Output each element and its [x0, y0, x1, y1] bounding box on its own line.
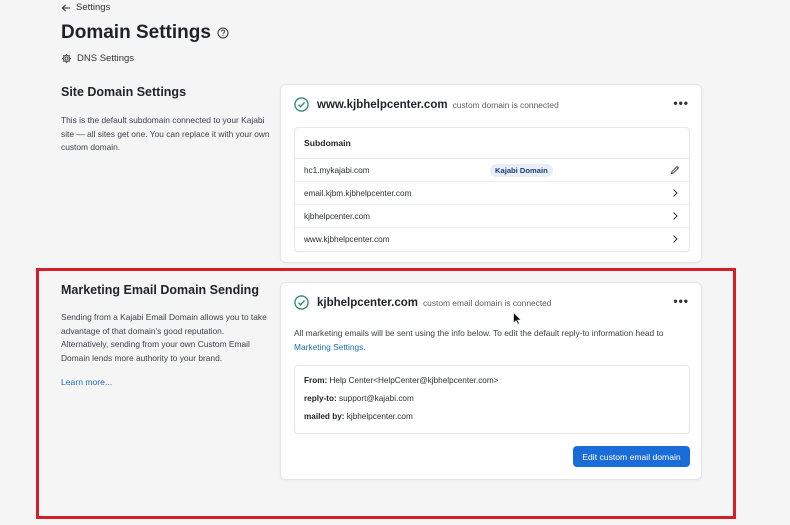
- subdomain-name: www.kjbhelpcenter.com: [304, 235, 390, 244]
- arrow-left-icon: [61, 4, 70, 11]
- mailed-by-line: mailed by: kjbhelpcenter.com: [304, 412, 680, 423]
- site-domain-intro: Site Domain Settings This is the default…: [61, 85, 271, 155]
- sender-info-box: From: Help Center<HelpCenter@kjbhelpcent…: [294, 365, 690, 434]
- page-title: Domain Settings: [61, 22, 229, 44]
- from-label: From:: [304, 376, 328, 385]
- email-domain-info-text: All marketing emails will be sent using …: [294, 326, 694, 354]
- subdomain-row[interactable]: email.kjbm.kjbhelpcenter.com: [295, 182, 689, 205]
- kajabi-domain-badge: Kajabi Domain: [490, 164, 553, 177]
- site-domain-card: www.kjbhelpcenter.com custom domain is c…: [280, 84, 702, 263]
- chevron-right-icon: [673, 189, 678, 197]
- site-domain-title: Site Domain Settings: [61, 85, 187, 99]
- email-domain-card: kjbhelpcenter.com custom email domain is…: [280, 282, 702, 480]
- dns-settings-link[interactable]: DNS Settings: [61, 53, 134, 64]
- subdomain-name: hc1.mykajabi.com: [304, 165, 370, 175]
- site-domain-card-header: www.kjbhelpcenter.com custom domain is c…: [294, 97, 559, 112]
- site-domain-more-button[interactable]: •••: [673, 97, 689, 109]
- chevron-right-icon: [673, 235, 678, 243]
- reply-to-value: support@kajabi.com: [339, 394, 414, 403]
- email-domain-description: Sending from a Kajabi Email Domain allow…: [61, 312, 267, 363]
- pencil-icon[interactable]: [670, 165, 680, 175]
- email-domain-status: custom email domain is connected: [422, 297, 552, 308]
- subdomain-table-header: Subdomain: [295, 128, 689, 159]
- site-domain-name: www.kjbhelpcenter.com: [317, 98, 448, 111]
- dns-settings-label: DNS Settings: [77, 53, 135, 64]
- reply-to-line: reply-to: support@kajabi.com: [304, 394, 680, 405]
- from-value: Help Center<HelpCenter@kjbhelpcenter.com…: [329, 376, 499, 385]
- subdomain-name: kjbhelpcenter.com: [304, 211, 370, 221]
- from-line: From: Help Center<HelpCenter@kjbhelpcent…: [304, 376, 680, 387]
- site-domain-description: This is the default subdomain connected …: [61, 115, 270, 152]
- email-domain-intro: Marketing Email Domain Sending Sending f…: [61, 283, 271, 390]
- gear-icon: [61, 53, 72, 64]
- back-link-label: Settings: [76, 2, 111, 13]
- subdomain-row[interactable]: hc1.mykajabi.com Kajabi Domain: [295, 159, 689, 182]
- reply-to-label: reply-to:: [304, 394, 337, 403]
- learn-more-link[interactable]: Learn more...: [61, 377, 112, 387]
- back-to-settings-link[interactable]: Settings: [61, 2, 110, 13]
- marketing-settings-link[interactable]: Marketing Settings.: [294, 342, 366, 352]
- mailed-by-value: kjbhelpcenter.com: [346, 412, 413, 421]
- check-circle-icon: [294, 295, 309, 310]
- subdomain-name: email.kjbm.kjbhelpcenter.com: [304, 188, 412, 198]
- subdomain-row[interactable]: www.kjbhelpcenter.com: [295, 228, 689, 251]
- mouse-cursor-icon: [513, 312, 522, 325]
- email-domain-name: kjbhelpcenter.com: [317, 296, 418, 309]
- subdomain-table: Subdomain hc1.mykajabi.com Kajabi Domain…: [294, 127, 690, 252]
- email-domain-card-header: kjbhelpcenter.com custom email domain is…: [294, 295, 551, 310]
- email-domain-more-button[interactable]: •••: [673, 295, 689, 307]
- chevron-right-icon: [673, 212, 678, 220]
- page-title-text: Domain Settings: [61, 22, 211, 43]
- check-circle-icon: [294, 97, 309, 112]
- help-icon[interactable]: [217, 27, 229, 39]
- edit-custom-email-domain-button[interactable]: Edit custom email domain: [573, 446, 690, 467]
- site-domain-status: custom domain is connected: [452, 99, 559, 110]
- email-domain-title: Marketing Email Domain Sending: [61, 283, 259, 297]
- subdomain-row[interactable]: kjbhelpcenter.com: [295, 205, 689, 228]
- mailed-by-label: mailed by:: [304, 412, 345, 421]
- info-text: All marketing emails will be sent using …: [294, 328, 664, 338]
